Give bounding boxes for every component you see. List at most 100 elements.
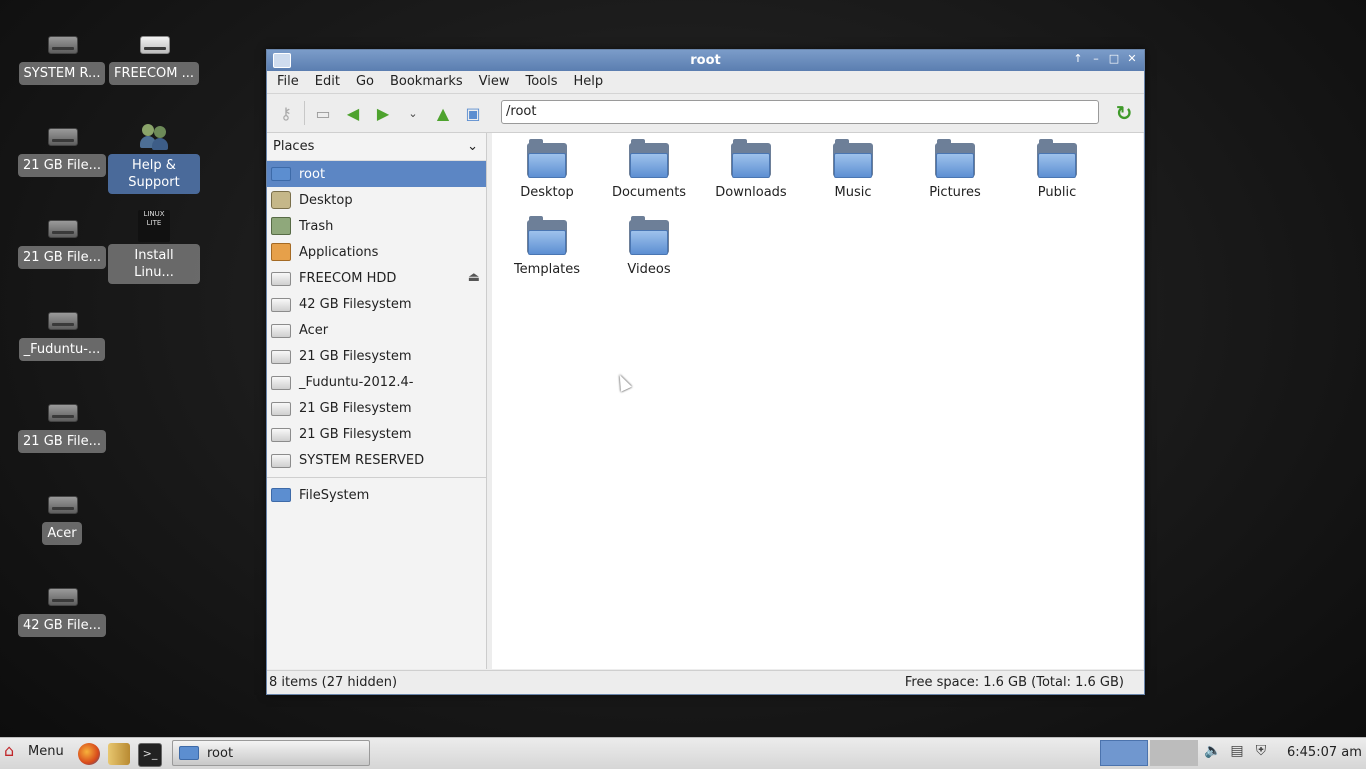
menubar: File Edit Go Bookmarks View Tools Help — [267, 71, 1144, 94]
desktop-icon-21gb-2[interactable]: 21 GB File... — [16, 212, 108, 269]
terminal-icon[interactable]: >_ — [138, 743, 162, 767]
drive-icon — [46, 396, 78, 426]
folder-item-templates[interactable]: Templates — [497, 216, 597, 277]
folder-item-videos[interactable]: Videos — [599, 216, 699, 277]
file-manager-launcher-icon[interactable] — [108, 743, 130, 765]
drive-icon — [271, 376, 291, 390]
menu-help[interactable]: Help — [566, 71, 612, 93]
folder-item-downloads[interactable]: Downloads — [701, 139, 801, 200]
desktop-icon-fuduntu[interactable]: _Fuduntu-... — [16, 304, 108, 361]
maximize-button[interactable]: □ — [1108, 52, 1120, 66]
menu-bookmarks[interactable]: Bookmarks — [382, 71, 471, 93]
firefox-icon[interactable] — [78, 743, 100, 765]
drive-icon — [271, 324, 291, 338]
sidebar-item-trash[interactable]: Trash — [267, 213, 486, 239]
titlebar[interactable]: root ↑ – □ ✕ — [267, 50, 1144, 71]
desktop-icon-label: Install Linu... — [108, 244, 200, 284]
system-tray: 🔈 ▤ ⛨ — [1204, 743, 1270, 763]
folder-label: Videos — [627, 262, 671, 277]
folder-label: Desktop — [520, 185, 574, 200]
key-icon[interactable]: ⚷ — [271, 98, 301, 128]
sidebar-item-filesystem[interactable]: FileSystem — [267, 482, 486, 508]
desktop-icon-help-support[interactable]: Help & Support — [108, 120, 200, 194]
desktop-icon-label: 21 GB File... — [18, 154, 106, 177]
drive-icon — [46, 212, 78, 242]
back-arrow-icon[interactable]: ◀ — [338, 98, 368, 128]
sidebar-item-42gb[interactable]: 42 GB Filesystem — [267, 291, 486, 317]
drive-icon — [271, 454, 291, 468]
sidebar-item-21gb-2[interactable]: 21 GB Filesystem — [267, 395, 486, 421]
volume-icon[interactable]: 🔈 — [1204, 743, 1222, 763]
folder-item-documents[interactable]: Documents — [599, 139, 699, 200]
places-header[interactable]: Places ⌄ — [267, 133, 486, 161]
sidebar-item-fuduntu[interactable]: _Fuduntu-2012.4- — [267, 369, 486, 395]
start-menu-button[interactable]: ⌂ Menu — [4, 743, 64, 759]
places-header-label: Places — [273, 139, 315, 154]
folder-view: Desktop Documents Downloads Music Pictur… — [492, 133, 1143, 669]
desktop-icon-freecom[interactable]: FREECOM ... — [108, 28, 200, 85]
desktop-icon — [271, 191, 291, 209]
desktop-icon-system-reserved[interactable]: SYSTEM R... — [16, 28, 108, 85]
sidebar-item-label: Desktop — [299, 192, 353, 208]
home-icon: ⌂ — [4, 741, 15, 760]
folder-item-desktop[interactable]: Desktop — [497, 139, 597, 200]
sidebar-item-acer[interactable]: Acer — [267, 317, 486, 343]
desktop-icon-label: 21 GB File... — [18, 430, 106, 453]
applications-icon — [271, 243, 291, 261]
folder-icon — [179, 746, 199, 760]
taskbar-window-root[interactable]: root — [172, 740, 370, 766]
sidebar-item-label: FileSystem — [299, 487, 370, 503]
drive-icon — [271, 402, 291, 416]
desktop-icon-42gb[interactable]: 42 GB File... — [16, 580, 108, 637]
drive-icon — [271, 272, 291, 286]
sidebar-item-system-reserved[interactable]: SYSTEM RESERVED — [267, 447, 486, 473]
sidebar-item-desktop[interactable]: Desktop — [267, 187, 486, 213]
menu-view[interactable]: View — [471, 71, 518, 93]
status-free-space: Free space: 1.6 GB (Total: 1.6 GB) — [904, 675, 1124, 690]
menu-file[interactable]: File — [269, 71, 307, 93]
drive-icon — [271, 350, 291, 364]
workspace-2[interactable] — [1150, 740, 1198, 766]
up-arrow-icon[interactable]: ▲ — [428, 98, 458, 128]
location-field[interactable]: /root — [501, 100, 1099, 124]
folder-label: Templates — [513, 262, 581, 277]
sidebar-item-freecom-hdd[interactable]: FREECOM HDD ⏏ — [267, 265, 486, 291]
reload-go-icon[interactable]: ↻ — [1109, 99, 1139, 127]
raise-icon[interactable]: ↑ — [1072, 52, 1084, 66]
folder-item-pictures[interactable]: Pictures — [905, 139, 1005, 200]
menu-edit[interactable]: Edit — [307, 71, 348, 93]
sidebar-item-root[interactable]: root — [267, 161, 486, 187]
desktop-icon-acer[interactable]: Acer — [16, 488, 108, 545]
menu-tools[interactable]: Tools — [517, 71, 565, 93]
sidebar-divider — [267, 477, 486, 478]
folder-item-public[interactable]: Public — [1007, 139, 1107, 200]
folder-label: Public — [1037, 185, 1077, 200]
close-button[interactable]: ✕ — [1126, 52, 1138, 66]
sidebar-item-21gb-1[interactable]: 21 GB Filesystem — [267, 343, 486, 369]
workspace-1[interactable] — [1100, 740, 1148, 766]
update-shield-icon[interactable]: ⛨ — [1252, 743, 1270, 763]
forward-arrow-icon[interactable]: ▶ — [368, 98, 398, 128]
network-icon[interactable]: ▤ — [1228, 743, 1246, 763]
folder-item-music[interactable]: Music — [803, 139, 903, 200]
folder-icon — [629, 139, 669, 179]
desktop-icon-21gb-3[interactable]: 21 GB File... — [16, 396, 108, 453]
status-item-count: 8 items (27 hidden) — [269, 675, 398, 690]
sidebar-item-21gb-3[interactable]: 21 GB Filesystem — [267, 421, 486, 447]
new-tab-icon[interactable]: ▭ — [308, 98, 338, 128]
eject-icon[interactable]: ⏏ — [468, 270, 480, 285]
menu-go[interactable]: Go — [348, 71, 382, 93]
location-folder-icon[interactable]: ▣ — [458, 98, 488, 128]
desktop-icon-21gb-1[interactable]: 21 GB File... — [16, 120, 108, 177]
minimize-button[interactable]: – — [1090, 52, 1102, 66]
chevron-down-icon[interactable]: ⌄ — [467, 139, 478, 154]
history-dropdown-icon[interactable]: ⌄ — [398, 98, 428, 128]
sidebar-item-applications[interactable]: Applications — [267, 239, 486, 265]
sidebar-item-label: Applications — [299, 244, 379, 260]
sidebar-item-label: Acer — [299, 322, 329, 338]
sidebar-item-label: root — [299, 166, 326, 182]
sidebar-item-label: _Fuduntu-2012.4- — [299, 374, 414, 390]
desktop-icon-install-linux[interactable]: LINUX LITE Install Linu... — [108, 210, 200, 284]
clock[interactable]: 6:45:07 am — [1287, 745, 1362, 760]
desktop-icon-label: FREECOM ... — [109, 62, 199, 85]
